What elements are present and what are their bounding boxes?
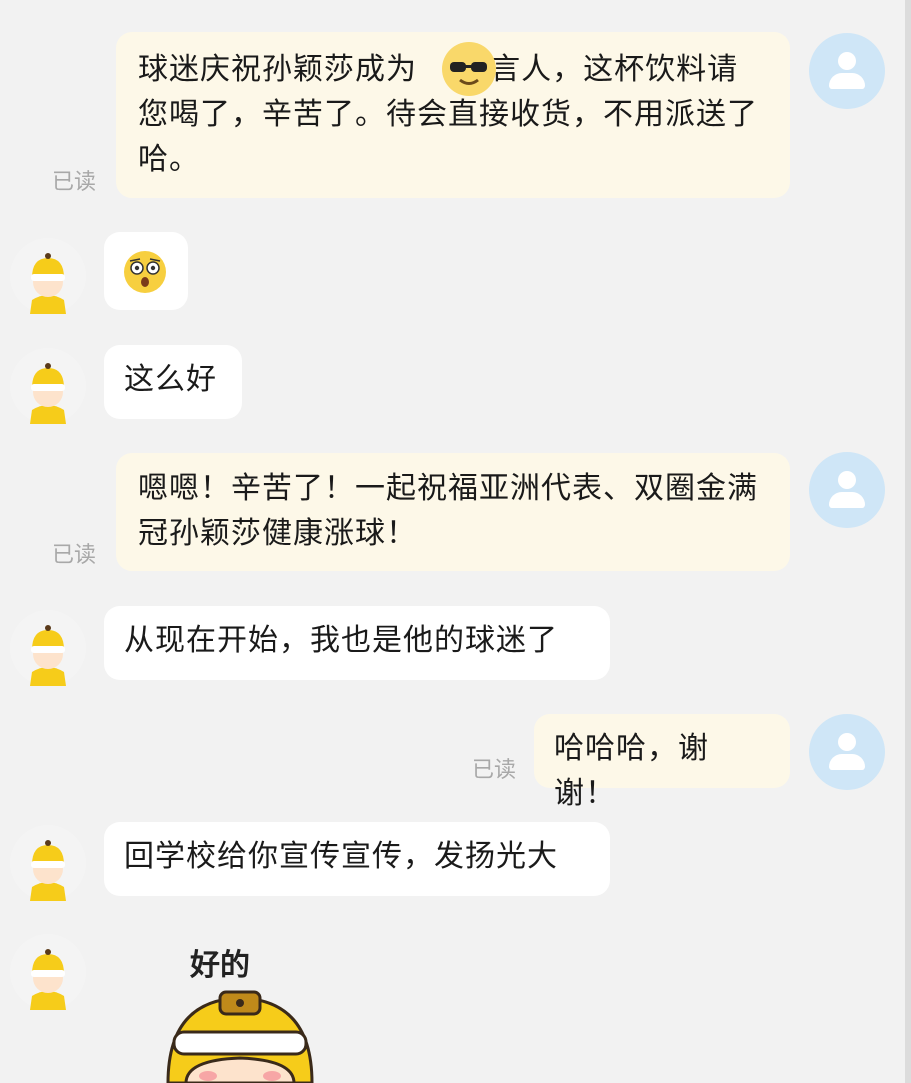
message-bubble-outgoing[interactable]: 哈哈哈，谢谢！ [534, 714, 790, 811]
message-bubble-incoming[interactable] [104, 232, 188, 310]
rider-avatar[interactable] [10, 825, 86, 901]
rider-avatar[interactable] [10, 348, 86, 424]
read-receipt: 已读 [52, 170, 97, 195]
message-text: 嗯嗯！辛苦了！一起祝福亚洲代表、双圈金满冠孙颖莎健康涨球！ [138, 471, 758, 551]
read-receipt: 已读 [52, 543, 97, 568]
rider-avatar[interactable] [10, 934, 86, 1010]
message-text: 回学校给你宣传宣传，发扬光大 [124, 839, 558, 874]
surprised-face-emoji-icon [124, 251, 166, 293]
message-bubble-incoming[interactable]: 回学校给你宣传宣传，发扬光大 [104, 822, 610, 896]
message-bubble-incoming[interactable]: 这么好 [104, 345, 242, 419]
rider-avatar[interactable] [10, 238, 86, 314]
self-avatar[interactable] [809, 714, 885, 790]
rider-sticker-icon [166, 990, 314, 1083]
message-text: 从现在开始，我也是他的球迷了 [124, 623, 558, 658]
cool-face-emoji-icon [442, 42, 496, 96]
message-bubble-incoming[interactable]: 从现在开始，我也是他的球迷了 [104, 606, 610, 680]
chat-thread[interactable]: 已读 球迷庆祝孙颖莎成为 代言人，这杯饮料请您喝了，辛苦了。待会直接收货，不用派… [0, 0, 911, 1083]
scrollbar[interactable] [905, 0, 911, 1083]
message-bubble-outgoing[interactable]: 嗯嗯！辛苦了！一起祝福亚洲代表、双圈金满冠孙颖莎健康涨球！ [116, 453, 790, 571]
message-text: 哈哈哈，谢谢！ [554, 731, 709, 811]
self-avatar[interactable] [809, 452, 885, 528]
read-receipt: 已读 [472, 758, 517, 783]
message-text: 这么好 [124, 362, 217, 397]
rider-avatar[interactable] [10, 610, 86, 686]
self-avatar[interactable] [809, 33, 885, 109]
sticker-caption: 好的 [190, 948, 250, 983]
